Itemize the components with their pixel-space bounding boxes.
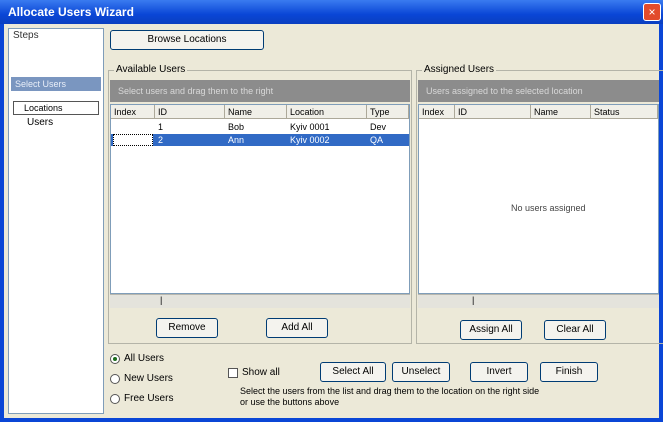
radio-icon[interactable] bbox=[110, 394, 120, 404]
help-note: Select the users from the list and drag … bbox=[240, 386, 600, 408]
table-row[interactable]: 1 Bob Kyiv 0001 Dev bbox=[111, 121, 409, 133]
steps-label: Steps bbox=[13, 30, 39, 41]
cell bbox=[111, 121, 155, 133]
cell: Dev bbox=[370, 122, 387, 132]
help-note-line-1: Select the users from the list and drag … bbox=[240, 386, 540, 396]
window-title: Allocate Users Wizard bbox=[8, 5, 134, 19]
radio-label: Free Users bbox=[124, 393, 174, 404]
radio-icon[interactable] bbox=[110, 354, 120, 364]
assign-all-button[interactable]: Assign All bbox=[460, 320, 522, 340]
col-id[interactable]: ID bbox=[455, 105, 531, 119]
show-all-checkbox[interactable]: Show all bbox=[228, 366, 308, 380]
cell: 1 bbox=[158, 122, 164, 132]
col-id[interactable]: ID bbox=[155, 105, 225, 119]
title-bar: Allocate Users Wizard bbox=[0, 0, 663, 24]
grid-header: Index ID Name Location Type bbox=[111, 105, 409, 119]
select-all-button[interactable]: Select All bbox=[320, 362, 386, 382]
checkbox-label: Show all bbox=[242, 367, 280, 378]
remove-button[interactable]: Remove bbox=[156, 318, 218, 338]
col-index[interactable]: Index bbox=[419, 105, 455, 119]
scroll-thumb[interactable]: | bbox=[160, 295, 162, 305]
finish-button[interactable]: Finish bbox=[540, 362, 598, 382]
col-index[interactable]: Index bbox=[111, 105, 155, 119]
window-frame-left bbox=[0, 24, 4, 422]
add-all-button[interactable]: Add All bbox=[266, 318, 328, 338]
radio-label: New Users bbox=[124, 373, 173, 384]
invert-button[interactable]: Invert bbox=[470, 362, 528, 382]
radio-label: All Users bbox=[124, 353, 165, 364]
scroll-thumb[interactable]: | bbox=[472, 295, 474, 305]
close-icon: × bbox=[648, 5, 656, 19]
available-users-title: Available Users bbox=[114, 64, 188, 75]
grid-header: Index ID Name Status bbox=[419, 105, 658, 119]
cell: 2 bbox=[158, 135, 164, 145]
window-frame-bottom bbox=[0, 418, 663, 422]
available-hint-band: Select users and drag them to the right bbox=[110, 80, 410, 102]
close-button[interactable]: × bbox=[643, 3, 661, 21]
col-location[interactable]: Location bbox=[287, 105, 367, 119]
unselect-button[interactable]: Unselect bbox=[392, 362, 450, 382]
radio-icon[interactable] bbox=[110, 374, 120, 384]
help-note-line-2: or use the buttons above bbox=[240, 397, 340, 407]
radio-new-users[interactable]: New Users bbox=[110, 372, 190, 386]
col-name[interactable]: Name bbox=[531, 105, 591, 119]
assigned-scrollbar[interactable]: | bbox=[418, 294, 659, 308]
steps-combo[interactable]: Locations bbox=[13, 101, 99, 115]
empty-message: No users assigned bbox=[511, 203, 586, 213]
steps-highlight[interactable]: Select Users bbox=[11, 77, 101, 91]
col-status[interactable]: Status bbox=[591, 105, 658, 119]
assigned-users-title: Assigned Users bbox=[422, 64, 497, 75]
steps-panel: Steps Select Users Locations Users bbox=[8, 28, 104, 414]
cell: Ann bbox=[228, 135, 245, 145]
cell: QA bbox=[370, 135, 384, 145]
assigned-hint-band: Users assigned to the selected location bbox=[418, 80, 659, 102]
cell: Kyiv 0002 bbox=[290, 135, 330, 145]
col-name[interactable]: Name bbox=[225, 105, 287, 119]
table-row-selected[interactable]: 2 Ann Kyiv 0002 QA bbox=[111, 134, 409, 146]
steps-item[interactable]: Users bbox=[27, 117, 53, 128]
col-type[interactable]: Type bbox=[367, 105, 409, 119]
cell: Bob bbox=[228, 122, 245, 132]
available-users-grid[interactable]: Index ID Name Location Type 1 Bob Kyiv 0… bbox=[110, 104, 410, 294]
cell: Kyiv 0001 bbox=[290, 122, 330, 132]
clear-all-button[interactable]: Clear All bbox=[544, 320, 606, 340]
radio-free-users[interactable]: Free Users bbox=[110, 392, 190, 406]
checkbox-icon[interactable] bbox=[228, 368, 238, 378]
radio-all-users[interactable]: All Users bbox=[110, 352, 190, 366]
browse-locations-button[interactable]: Browse Locations bbox=[110, 30, 264, 50]
cell[interactable] bbox=[113, 134, 153, 146]
assigned-users-grid[interactable]: Index ID Name Status No users assigned bbox=[418, 104, 659, 294]
available-scrollbar[interactable]: | bbox=[110, 294, 410, 308]
